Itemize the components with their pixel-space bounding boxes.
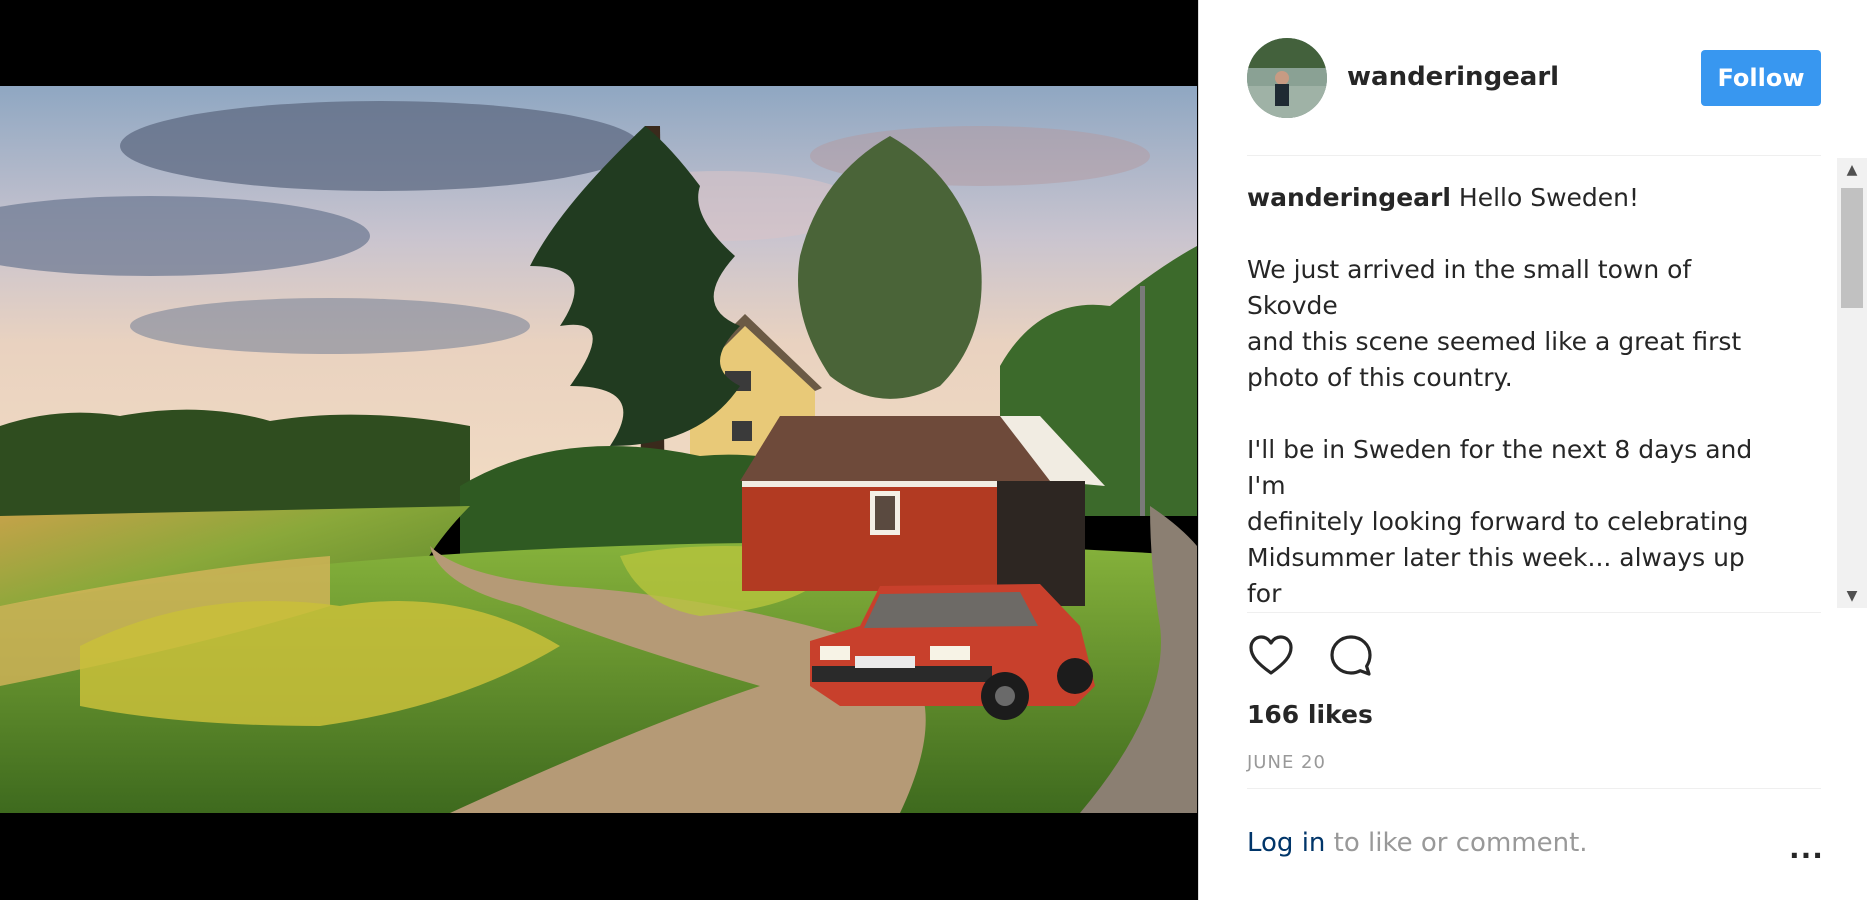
login-prompt: Log in to like or comment. [1247, 828, 1588, 858]
caption-body: We just arrived in the small town of Sko… [1247, 255, 1753, 608]
avatar[interactable] [1247, 38, 1327, 118]
scroll-down-icon[interactable]: ▼ [1837, 584, 1867, 608]
likes-count[interactable]: 166 likes [1247, 700, 1373, 729]
header-username[interactable]: wanderingearl [1347, 62, 1559, 92]
footer-divider [1247, 788, 1821, 789]
login-link[interactable]: Log in [1247, 828, 1325, 858]
post-photo[interactable] [0, 86, 1197, 813]
scrollbar-thumb[interactable] [1841, 188, 1863, 308]
caption-area: wanderingearl Hello Sweden! We just arri… [1247, 180, 1787, 612]
caption-username[interactable]: wanderingearl [1247, 183, 1451, 212]
post-header: wanderingearl Follow [1199, 0, 1868, 155]
scroll-up-icon[interactable]: ▲ [1837, 158, 1867, 182]
caption-divider [1247, 612, 1821, 613]
post-media [0, 0, 1197, 900]
caption-greeting: Hello Sweden! [1458, 183, 1640, 212]
caption: wanderingearl Hello Sweden! We just arri… [1247, 180, 1787, 612]
post-date: JUNE 20 [1247, 752, 1326, 773]
follow-button[interactable]: Follow [1701, 50, 1821, 106]
caption-scrollbar[interactable]: ▲ ▼ [1837, 158, 1867, 608]
header-divider [1247, 155, 1821, 156]
post-side-panel: wanderingearl Follow wanderingearl Hello… [1198, 0, 1868, 900]
heart-icon[interactable] [1247, 632, 1295, 680]
avatar-image [1247, 38, 1327, 118]
comment-icon[interactable] [1327, 632, 1375, 680]
more-options-icon[interactable]: ... [1789, 832, 1824, 865]
login-suffix: to like or comment. [1325, 828, 1588, 858]
